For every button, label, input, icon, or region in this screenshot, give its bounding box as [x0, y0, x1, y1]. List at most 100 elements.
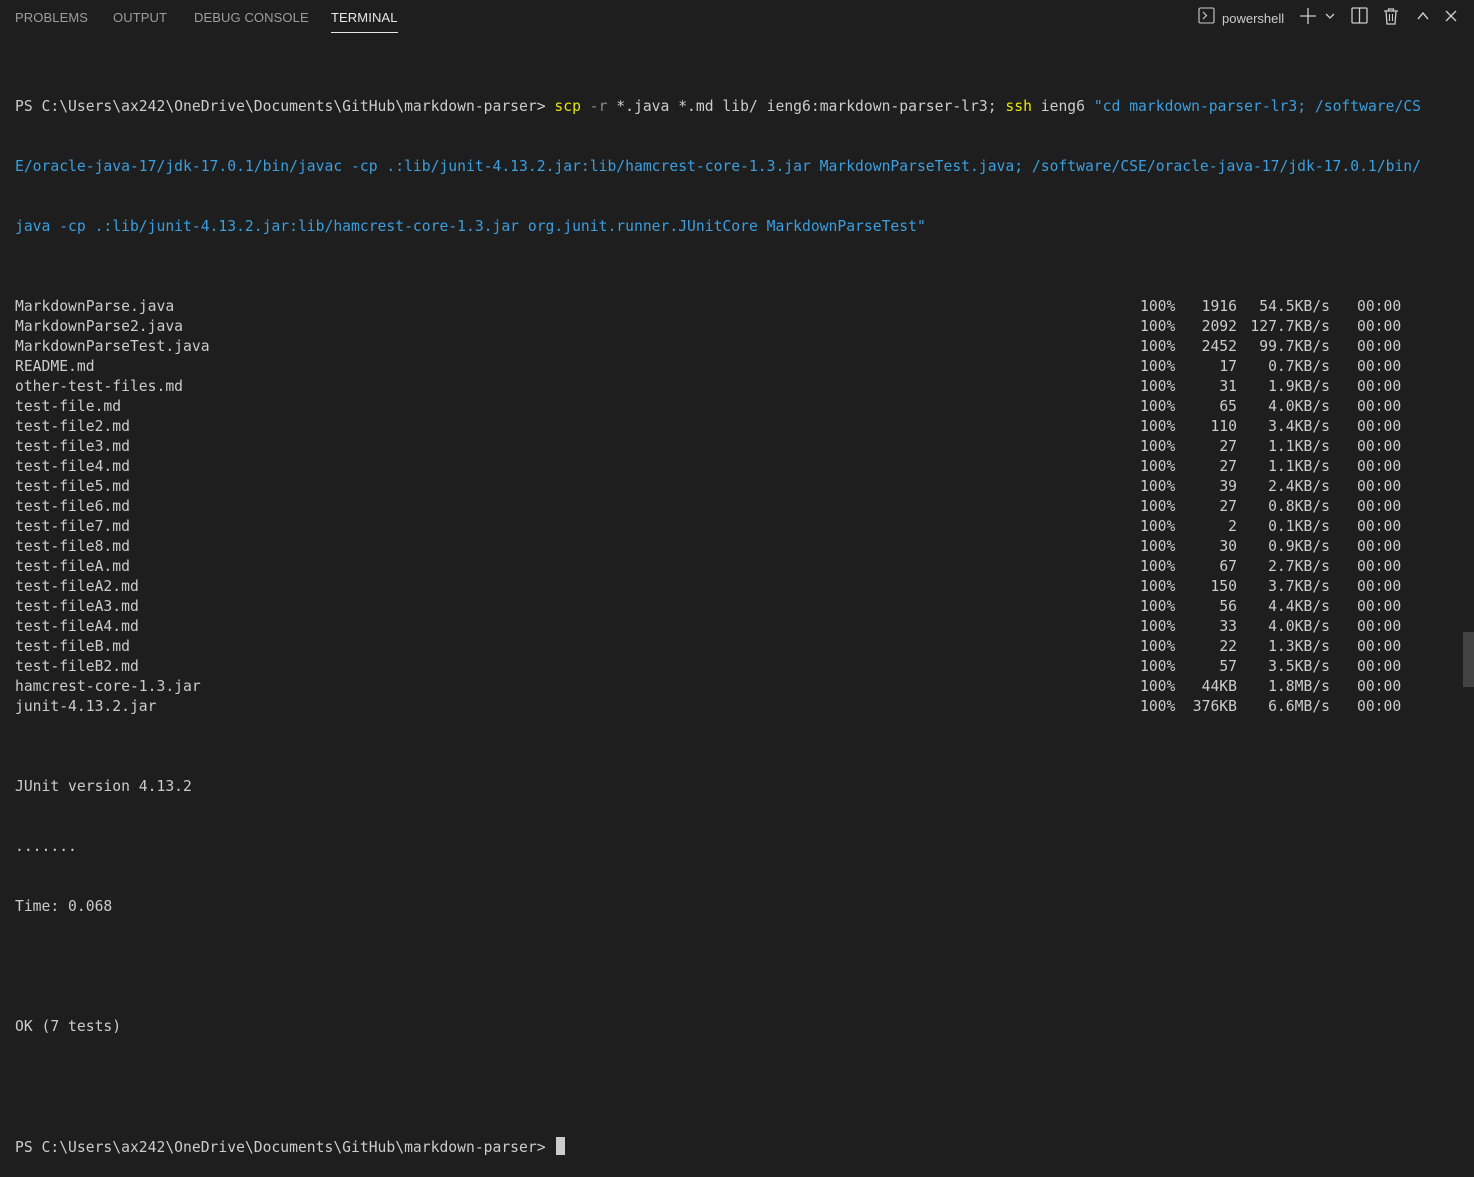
transfer-eta: 00:00 — [1357, 698, 1402, 715]
shell-selector[interactable]: powershell — [1198, 7, 1284, 27]
transfer-size: 2092 — [1201, 318, 1237, 335]
transfer-row: test-file6.md 100% 27 0.8KB/s 00:00 — [15, 497, 1460, 517]
transfer-size: 150 — [1210, 578, 1237, 595]
tab-problems[interactable]: PROBLEMS — [15, 10, 88, 25]
transfer-percent: 100% — [1140, 478, 1176, 495]
transfer-row: test-file2.md 100% 110 3.4KB/s 00:00 — [15, 417, 1460, 437]
transfer-eta: 00:00 — [1357, 478, 1402, 495]
command-line-wrap: E/oracle-java-17/jdk-17.0.1/bin/javac -c… — [15, 158, 1421, 175]
transfer-row: MarkdownParse2.java 100% 2092 127.7KB/s 00:0… — [15, 317, 1460, 337]
transfer-rate: 1.8MB/s — [1268, 678, 1330, 695]
tab-terminal[interactable]: TERMINAL — [331, 10, 398, 33]
transfer-row: test-fileA4.md 100% 33 4.0KB/s 00:00 — [15, 617, 1460, 637]
transfer-file-name: test-file8.md — [15, 538, 130, 555]
transfer-rate: 1.9KB/s — [1268, 378, 1330, 395]
transfer-size: 56 — [1219, 598, 1237, 615]
scp-flag: -r — [589, 98, 608, 115]
transfer-list: MarkdownParse.java 100% 1916 54.5KB/s 00:00 M… — [15, 297, 1460, 717]
transfer-percent: 100% — [1140, 418, 1176, 435]
transfer-eta: 00:00 — [1357, 598, 1402, 615]
kill-terminal-button[interactable] — [1381, 7, 1401, 28]
transfer-eta: 00:00 — [1357, 418, 1402, 435]
close-icon — [1444, 9, 1458, 28]
transfer-file-name: test-file2.md — [15, 418, 130, 435]
transfer-row: test-fileB.md 100% 22 1.3KB/s 00:00 — [15, 637, 1460, 657]
transfer-percent: 100% — [1140, 358, 1176, 375]
transfer-eta: 00:00 — [1357, 578, 1402, 595]
transfer-percent: 100% — [1140, 378, 1176, 395]
transfer-eta: 00:00 — [1357, 338, 1402, 355]
transfer-rate: 1.1KB/s — [1268, 438, 1330, 455]
transfer-rate: 3.5KB/s — [1268, 658, 1330, 675]
transfer-eta: 00:00 — [1357, 358, 1402, 375]
terminal-scrollbar[interactable] — [1463, 632, 1474, 687]
transfer-file-name: junit-4.13.2.jar — [15, 698, 157, 715]
transfer-file-name: MarkdownParse.java — [15, 298, 175, 315]
transfer-size: 1916 — [1201, 298, 1237, 315]
close-panel-button[interactable] — [1441, 8, 1461, 28]
transfer-row: test-file5.md 100% 39 2.4KB/s 00:00 — [15, 477, 1460, 497]
transfer-row: test-fileB2.md 100% 57 3.5KB/s 00:00 — [15, 657, 1460, 677]
transfer-percent: 100% — [1140, 618, 1176, 635]
scp-args: *.java *.md lib/ ieng6:markdown-parser-l… — [607, 98, 1006, 115]
maximize-panel-button[interactable] — [1413, 8, 1433, 28]
transfer-row: hamcrest-core-1.3.jar 100% 44KB 1.8MB/s 00:0… — [15, 677, 1460, 697]
final-prompt-line: PS C:\Users\ax242\OneDrive\Documents\Git… — [15, 1137, 1460, 1157]
transfer-rate: 3.4KB/s — [1268, 418, 1330, 435]
transfer-size: 39 — [1219, 478, 1237, 495]
transfer-file-name: test-fileA3.md — [15, 598, 139, 615]
transfer-file-name: test-file4.md — [15, 458, 130, 475]
transfer-percent: 100% — [1140, 298, 1176, 315]
transfer-size: 27 — [1219, 438, 1237, 455]
transfer-percent: 100% — [1140, 438, 1176, 455]
transfer-eta: 00:00 — [1357, 498, 1402, 515]
transfer-file-name: other-test-files.md — [15, 378, 184, 395]
transfer-size: 27 — [1219, 498, 1237, 515]
new-terminal-button[interactable] — [1298, 7, 1318, 30]
transfer-row: other-test-files.md 100% 31 1.9KB/s 00:00 — [15, 377, 1460, 397]
test-progress-dots: ....... — [15, 838, 77, 855]
ssh-remote-command: "cd markdown-parser-lr3; /software/CS — [1093, 98, 1422, 115]
transfer-rate: 4.0KB/s — [1268, 618, 1330, 635]
transfer-rate: 6.6MB/s — [1268, 698, 1330, 715]
transfer-rate: 0.8KB/s — [1268, 498, 1330, 515]
transfer-row: MarkdownParse.java 100% 1916 54.5KB/s 00:00 — [15, 297, 1460, 317]
tab-debug-console[interactable]: DEBUG CONSOLE — [194, 10, 309, 25]
transfer-eta: 00:00 — [1357, 558, 1402, 575]
chevron-up-icon — [1416, 9, 1430, 28]
test-time: Time: 0.068 — [15, 898, 113, 915]
transfer-eta: 00:00 — [1357, 458, 1402, 475]
transfer-row: junit-4.13.2.jar 100% 376KB 6.6MB/s 00:00 — [15, 697, 1460, 717]
tab-output[interactable]: OUTPUT — [113, 10, 167, 25]
transfer-size: 33 — [1219, 618, 1237, 635]
transfer-file-name: MarkdownParse2.java — [15, 318, 184, 335]
transfer-size: 31 — [1219, 378, 1237, 395]
transfer-size: 22 — [1219, 638, 1237, 655]
transfer-size: 57 — [1219, 658, 1237, 675]
transfer-eta: 00:00 — [1357, 618, 1402, 635]
transfer-file-name: hamcrest-core-1.3.jar — [15, 678, 201, 695]
transfer-file-name: test-file3.md — [15, 438, 130, 455]
transfer-row: test-file4.md 100% 27 1.1KB/s 00:00 — [15, 457, 1460, 477]
transfer-rate: 0.7KB/s — [1268, 358, 1330, 375]
transfer-percent: 100% — [1140, 458, 1176, 475]
transfer-percent: 100% — [1140, 638, 1176, 655]
transfer-rate: 0.9KB/s — [1268, 538, 1330, 555]
launch-profile-button[interactable] — [1320, 8, 1340, 28]
terminal-cursor — [556, 1137, 566, 1155]
transfer-size: 2 — [1228, 518, 1237, 535]
split-terminal-button[interactable] — [1349, 7, 1369, 29]
transfer-percent: 100% — [1140, 578, 1176, 595]
transfer-size: 65 — [1219, 398, 1237, 415]
transfer-row: test-file3.md 100% 27 1.1KB/s 00:00 — [15, 437, 1460, 457]
transfer-eta: 00:00 — [1357, 638, 1402, 655]
plus-icon — [1299, 7, 1317, 30]
terminal-output[interactable]: PS C:\Users\ax242\OneDrive\Documents\Git… — [15, 57, 1460, 1177]
transfer-percent: 100% — [1140, 698, 1176, 715]
prompt: PS C:\Users\ax242\OneDrive\Documents\Git… — [15, 1139, 555, 1156]
transfer-eta: 00:00 — [1357, 518, 1402, 535]
transfer-percent: 100% — [1140, 658, 1176, 675]
transfer-row: test-file7.md 100% 2 0.1KB/s 00:00 — [15, 517, 1460, 537]
prompt: PS C:\Users\ax242\OneDrive\Documents\Git… — [15, 98, 555, 115]
split-icon — [1350, 7, 1368, 29]
